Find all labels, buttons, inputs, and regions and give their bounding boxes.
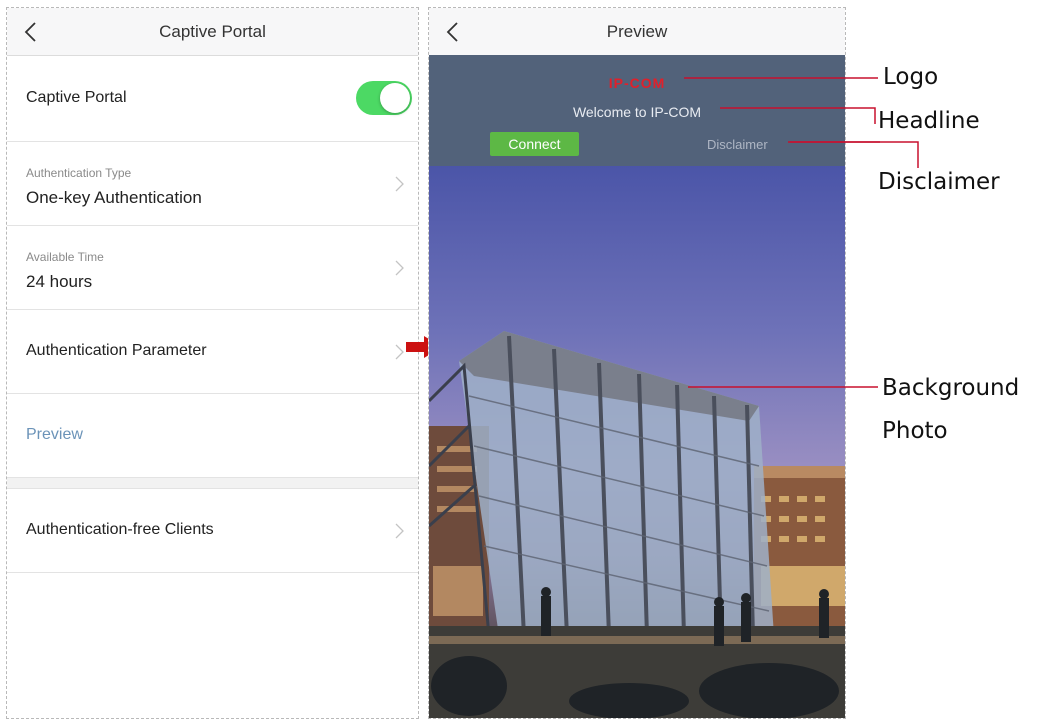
callout-logo: Logo: [883, 64, 939, 90]
callout-headline: Headline: [878, 108, 980, 134]
chevron-right-icon: [395, 523, 404, 539]
callout-line-disclaimer: [788, 141, 919, 168]
chevron-right-icon: [395, 260, 404, 276]
chevron-right-icon: [395, 176, 404, 192]
chevron-right-icon: [395, 344, 404, 360]
available-time-value: 24 hours: [26, 272, 93, 291]
background-photo: [429, 166, 845, 718]
authentication-parameter-row[interactable]: Authentication Parameter: [7, 310, 418, 394]
nav-bar: Preview: [429, 8, 845, 55]
authentication-free-clients-row[interactable]: Authentication-free Clients: [7, 489, 418, 573]
toggle-knob: [380, 83, 410, 113]
callout-disclaimer: Disclaimer: [878, 169, 1000, 195]
callout-photo: Photo: [882, 418, 948, 444]
captive-portal-screen: Captive Portal Captive Portal Authentica…: [6, 7, 419, 719]
captive-portal-label: Captive Portal: [26, 89, 127, 106]
callout-background: Background: [882, 375, 1020, 401]
page-title: Captive Portal: [159, 22, 266, 41]
authentication-parameter-label: Authentication Parameter: [26, 342, 207, 359]
captive-portal-row: Captive Portal: [7, 56, 418, 142]
authentication-type-value: One-key Authentication: [26, 188, 202, 207]
building-illustration: [429, 331, 845, 718]
preview-row[interactable]: Preview: [7, 394, 418, 478]
authentication-type-label: Authentication Type: [26, 166, 132, 180]
nav-bar: Captive Portal: [7, 8, 418, 56]
callout-line-background: [688, 386, 878, 388]
available-time-label: Available Time: [26, 250, 104, 264]
captive-portal-toggle[interactable]: [356, 81, 412, 115]
page-title: Preview: [606, 22, 668, 41]
authentication-type-row[interactable]: Authentication Type One-key Authenticati…: [7, 142, 418, 226]
authentication-free-clients-label: Authentication-free Clients: [26, 521, 214, 538]
available-time-row[interactable]: Available Time 24 hours: [7, 226, 418, 310]
preview-link[interactable]: Preview: [26, 426, 83, 444]
section-divider: [7, 478, 418, 489]
connect-button[interactable]: Connect: [490, 132, 579, 156]
